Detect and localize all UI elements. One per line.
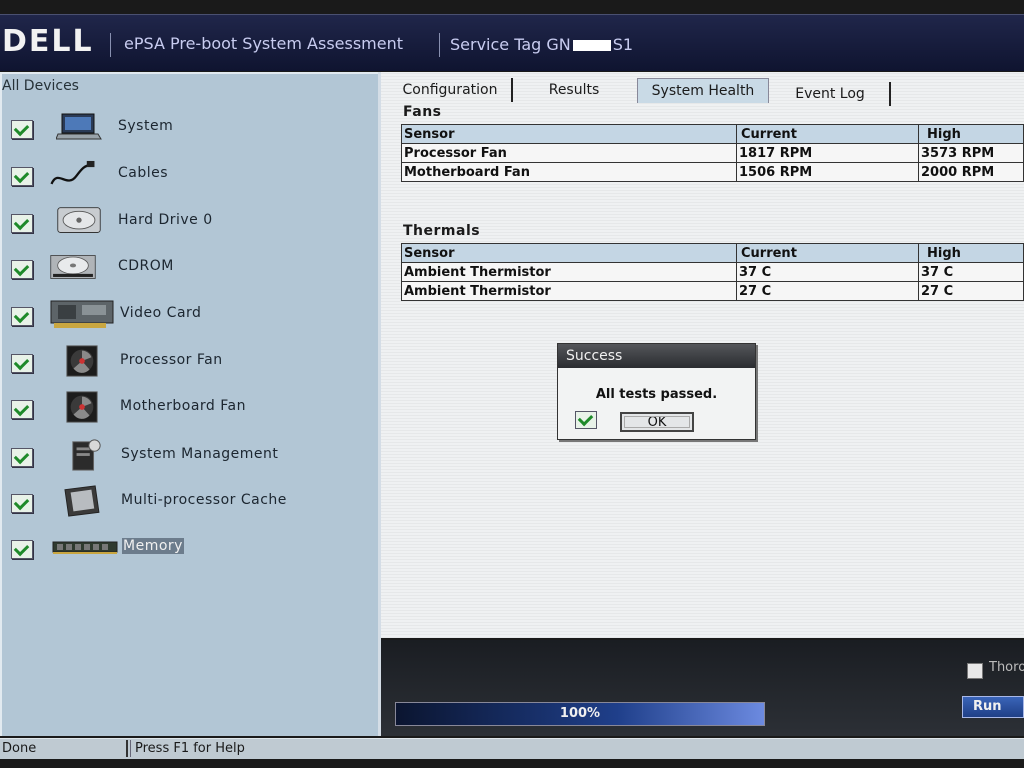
current-cell: 1506 RPM (736, 162, 919, 182)
checkbox-checked-icon[interactable] (11, 494, 33, 513)
high-cell: 3573 RPM (918, 143, 1024, 163)
high-cell: 27 C (918, 281, 1024, 301)
device-item-system-management[interactable]: System Management (0, 439, 378, 488)
system-management-icon (72, 439, 101, 471)
success-check-icon (575, 411, 597, 429)
column-header-current: Current (736, 124, 919, 144)
table-row: Motherboard Fan 1506 RPM 2000 RPM (401, 162, 1024, 182)
column-header-sensor: Sensor (401, 243, 737, 263)
fan-icon (66, 391, 98, 423)
sensor-cell: Ambient Thermistor (401, 281, 737, 301)
table-header-row: Sensor Current High (401, 243, 1024, 263)
title-separator (110, 33, 111, 57)
high-cell: 37 C (918, 262, 1024, 282)
table-header-row: Sensor Current High (401, 124, 1024, 144)
table-row: Ambient Thermistor 37 C 37 C (401, 262, 1024, 282)
device-label: System Management (121, 446, 279, 462)
thermals-table: Sensor Current High Ambient Thermistor 3… (401, 243, 1024, 301)
app-title: ePSA Pre-boot System Assessment (124, 34, 404, 53)
sensor-cell: Ambient Thermistor (401, 262, 737, 282)
device-panel: All Devices System Cables Hard Drive 0 C… (0, 72, 381, 736)
device-item-video-card[interactable]: Video Card (0, 300, 378, 347)
sensor-cell: Processor Fan (401, 143, 737, 163)
device-item-cdrom[interactable]: CDROM (0, 255, 378, 300)
tab-bar: Configuration Results System Health Even… (381, 76, 1024, 106)
current-cell: 27 C (736, 281, 919, 301)
table-row: Processor Fan 1817 RPM 3573 RPM (401, 143, 1024, 163)
table-row: Ambient Thermistor 27 C 27 C (401, 281, 1024, 301)
device-label: System (118, 118, 174, 134)
device-item-system[interactable]: System (0, 113, 378, 160)
checkbox-checked-icon[interactable] (11, 214, 33, 233)
service-tag-prefix: Service Tag GN (450, 35, 571, 54)
progress-bar: 100% (395, 702, 765, 726)
dialog-title: Success (558, 344, 755, 368)
device-label: Memory (122, 538, 184, 554)
cable-icon (50, 160, 95, 185)
high-cell: 2000 RPM (918, 162, 1024, 182)
ok-button[interactable]: OK (620, 412, 694, 432)
service-tag-suffix: S1 (612, 35, 634, 54)
fans-section-title: Fans (403, 104, 442, 120)
status-bar: Done Press F1 for Help (0, 738, 1024, 759)
fans-table: Sensor Current High Processor Fan 1817 R… (401, 124, 1024, 182)
checkbox-checked-icon[interactable] (11, 307, 33, 326)
column-header-high: High (918, 124, 1024, 144)
thorough-mode-checkbox[interactable] (967, 663, 983, 679)
device-item-memory[interactable]: Memory (0, 538, 378, 580)
cdrom-icon (50, 255, 96, 279)
device-item-hard-drive[interactable]: Hard Drive 0 (0, 207, 378, 254)
video-card-icon (50, 300, 114, 328)
checkbox-checked-icon[interactable] (11, 120, 33, 139)
dell-logo: DELL (2, 24, 94, 59)
checkbox-checked-icon[interactable] (11, 540, 33, 559)
hard-drive-icon (57, 207, 101, 233)
device-label: Video Card (120, 305, 202, 321)
checkbox-checked-icon[interactable] (11, 354, 33, 373)
checkbox-checked-icon[interactable] (11, 260, 33, 279)
device-item-processor-fan[interactable]: Processor Fan (0, 345, 378, 394)
fan-icon (66, 345, 98, 377)
column-header-high: High (918, 243, 1024, 263)
device-label: CDROM (118, 258, 174, 274)
dialog-message: All tests passed. (595, 387, 718, 402)
current-cell: 37 C (736, 262, 919, 282)
checkbox-checked-icon[interactable] (11, 167, 33, 186)
device-panel-header: All Devices (2, 78, 79, 94)
progress-text: 100% (559, 706, 601, 721)
memory-module-icon (52, 541, 118, 554)
device-label: Motherboard Fan (120, 398, 246, 414)
laptop-icon (56, 113, 102, 140)
thorough-mode-label: Thoro (989, 660, 1024, 675)
checkbox-checked-icon[interactable] (11, 400, 33, 419)
device-label: Processor Fan (120, 352, 223, 368)
title-bar: DELL ePSA Pre-boot System Assessment Ser… (0, 14, 1024, 71)
cpu-chip-icon (64, 485, 100, 517)
device-label: Cables (118, 165, 169, 181)
service-tag-redaction (572, 40, 611, 51)
device-item-multi-processor-cache[interactable]: Multi-processor Cache (0, 485, 378, 534)
thermals-section-title: Thermals (403, 223, 481, 239)
sensor-cell: Motherboard Fan (401, 162, 737, 182)
title-separator (439, 33, 440, 57)
service-tag: Service Tag GN S1 (450, 35, 633, 54)
device-item-motherboard-fan[interactable]: Motherboard Fan (0, 391, 378, 440)
column-header-current: Current (736, 243, 919, 263)
column-header-sensor: Sensor (401, 124, 737, 144)
device-label: Multi-processor Cache (121, 492, 287, 508)
tab-system-health[interactable]: System Health (637, 78, 769, 103)
help-hint: Press F1 for Help (130, 740, 555, 757)
bottom-control-area: 100% Thoro Run (381, 640, 1024, 736)
tab-event-log[interactable]: Event Log (771, 82, 891, 106)
tab-results[interactable]: Results (513, 78, 635, 102)
run-button[interactable]: Run (962, 696, 1024, 718)
tab-configuration[interactable]: Configuration (389, 78, 513, 102)
status-text: Done (2, 740, 128, 757)
success-dialog: Success All tests passed. OK (557, 343, 756, 440)
device-label: Hard Drive 0 (118, 212, 213, 228)
device-item-cables[interactable]: Cables (0, 160, 378, 207)
checkbox-checked-icon[interactable] (11, 448, 33, 467)
current-cell: 1817 RPM (736, 143, 919, 163)
